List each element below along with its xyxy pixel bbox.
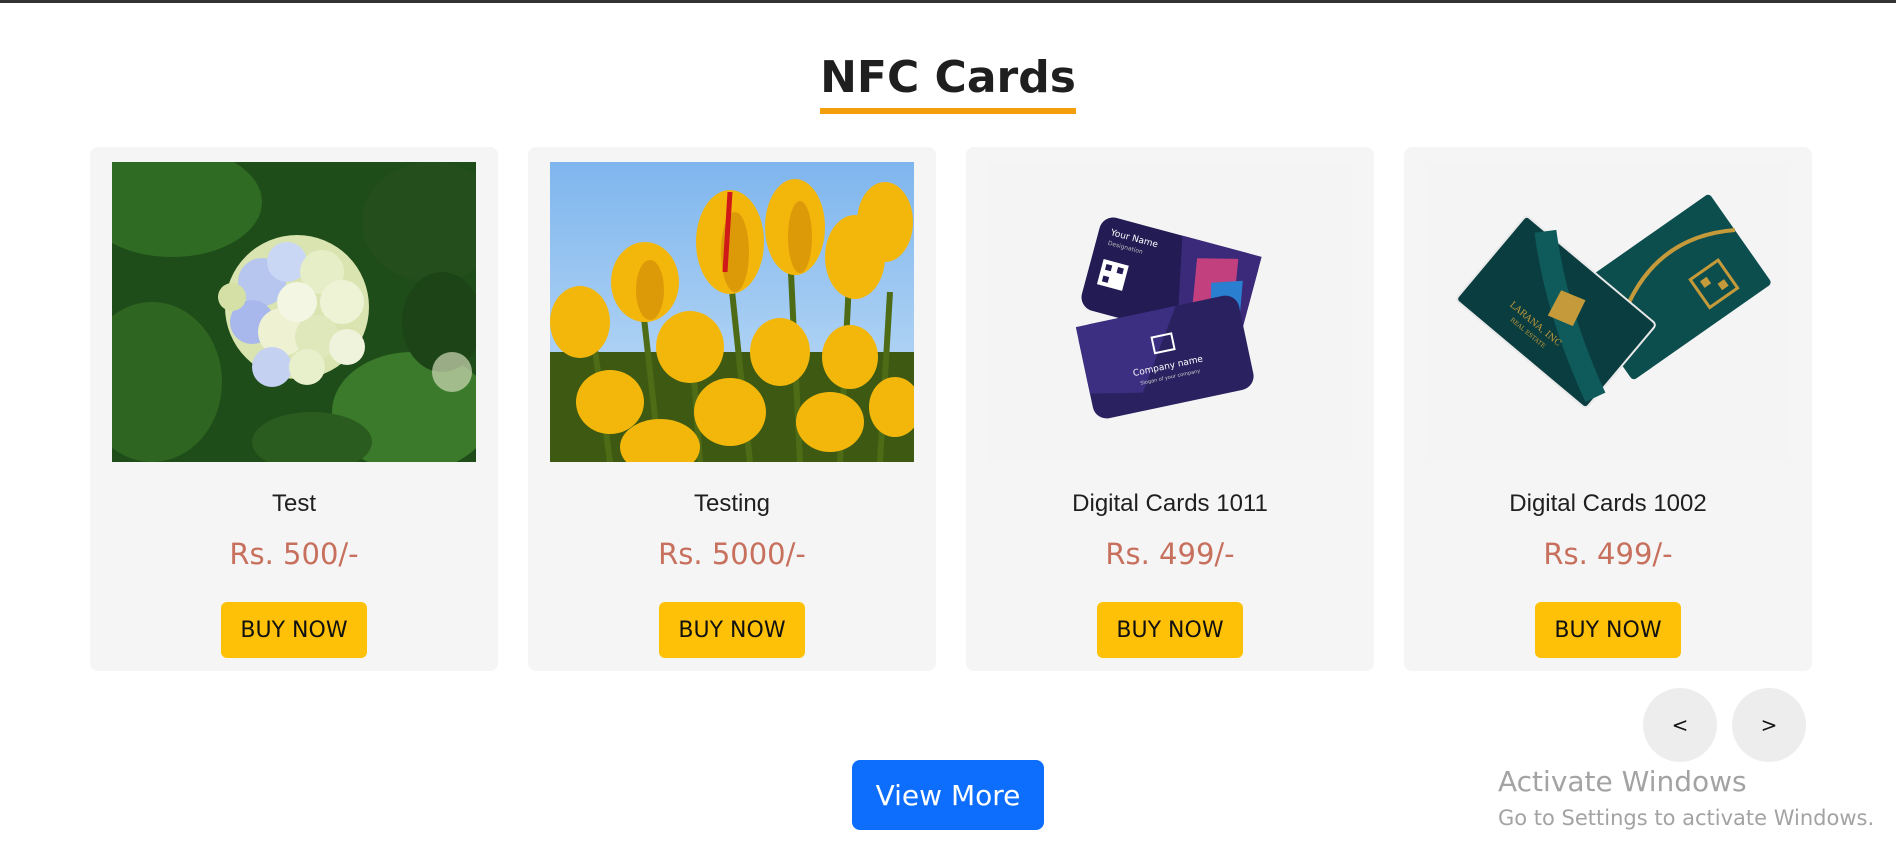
view-more-button[interactable]: View More	[852, 760, 1044, 830]
product-price: Rs. 5000/-	[658, 537, 806, 571]
product-image-hydrangea[interactable]	[112, 162, 476, 462]
product-name[interactable]: Digital Cards 1011	[966, 490, 1374, 518]
product-price: Rs. 499/-	[1543, 537, 1673, 571]
section-header: NFC Cards	[0, 52, 1896, 114]
carousel-next-button[interactable]: >	[1732, 688, 1806, 762]
watermark-title: Activate Windows	[1498, 765, 1747, 798]
windows-activation-watermark: Activate Windows Go to Settings to activ…	[1498, 765, 1875, 831]
product-name[interactable]: Digital Cards 1002	[1404, 490, 1812, 518]
product-image-purple-nfc-card[interactable]: Your Name Designation Company name Sloga…	[988, 162, 1352, 462]
product-price: Rs. 499/-	[1105, 537, 1235, 571]
product-card: Test Rs. 500/- BUY NOW	[90, 147, 498, 671]
buy-now-button[interactable]: BUY NOW	[659, 602, 805, 658]
product-image-tulips[interactable]	[550, 162, 914, 462]
buy-now-button[interactable]: BUY NOW	[1535, 602, 1681, 658]
top-border	[0, 0, 1896, 3]
product-card: Testing Rs. 5000/- BUY NOW	[528, 147, 936, 671]
product-price: Rs. 500/-	[229, 537, 359, 571]
product-card: Your Name Designation Company name Sloga…	[966, 147, 1374, 671]
product-name[interactable]: Testing	[528, 490, 936, 518]
buy-now-button[interactable]: BUY NOW	[221, 602, 367, 658]
section-title: NFC Cards	[820, 52, 1076, 114]
watermark-subtitle: Go to Settings to activate Windows.	[1498, 806, 1875, 830]
product-card: LARANA, INC REAL ESTATE Digital Cards 10…	[1404, 147, 1812, 671]
product-image-teal-gold-nfc-card[interactable]: LARANA, INC REAL ESTATE	[1426, 162, 1790, 462]
carousel-prev-button[interactable]: <	[1643, 688, 1717, 762]
product-name[interactable]: Test	[90, 490, 498, 518]
buy-now-button[interactable]: BUY NOW	[1097, 602, 1243, 658]
